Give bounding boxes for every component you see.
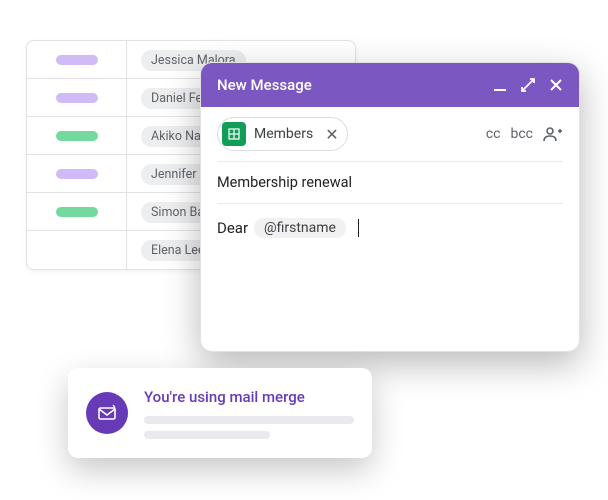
minimize-icon[interactable] [493, 78, 507, 92]
subject-field[interactable]: Membership renewal [201, 162, 579, 203]
body-text: Dear [217, 219, 248, 237]
status-pill [56, 169, 98, 179]
placeholder-line [144, 431, 270, 439]
cc-button[interactable]: cc [486, 126, 501, 142]
sheets-icon [222, 122, 246, 146]
status-cell [27, 117, 127, 154]
status-pill [56, 55, 98, 65]
status-cell [27, 231, 127, 269]
merge-variable-chip[interactable]: @firstname [254, 218, 346, 238]
status-cell [27, 155, 127, 192]
status-pill [56, 131, 98, 141]
message-body[interactable]: Dear @firstname [201, 204, 579, 252]
status-cell [27, 193, 127, 230]
recipient-chip[interactable]: Members ✕ [217, 117, 348, 151]
status-pill [56, 93, 98, 103]
expand-icon[interactable] [521, 78, 535, 92]
status-cell [27, 79, 127, 116]
status-pill [56, 207, 98, 217]
window-title: New Message [217, 76, 479, 94]
status-cell [27, 41, 127, 78]
placeholder-line [144, 416, 354, 424]
compose-window: New Message Members ✕ cc bcc Membership … [200, 62, 580, 352]
close-icon[interactable] [549, 78, 563, 92]
remove-recipient-icon[interactable]: ✕ [325, 125, 338, 144]
recipients-row[interactable]: Members ✕ cc bcc [201, 107, 579, 161]
toast-title: You're using mail merge [144, 388, 354, 406]
add-contact-icon[interactable] [543, 126, 563, 142]
bcc-button[interactable]: bcc [510, 126, 533, 142]
text-cursor [358, 219, 359, 237]
titlebar: New Message [201, 63, 579, 107]
mail-merge-toast: You're using mail merge [68, 368, 372, 458]
recipient-label: Members [254, 126, 313, 142]
mail-merge-icon [86, 392, 128, 434]
